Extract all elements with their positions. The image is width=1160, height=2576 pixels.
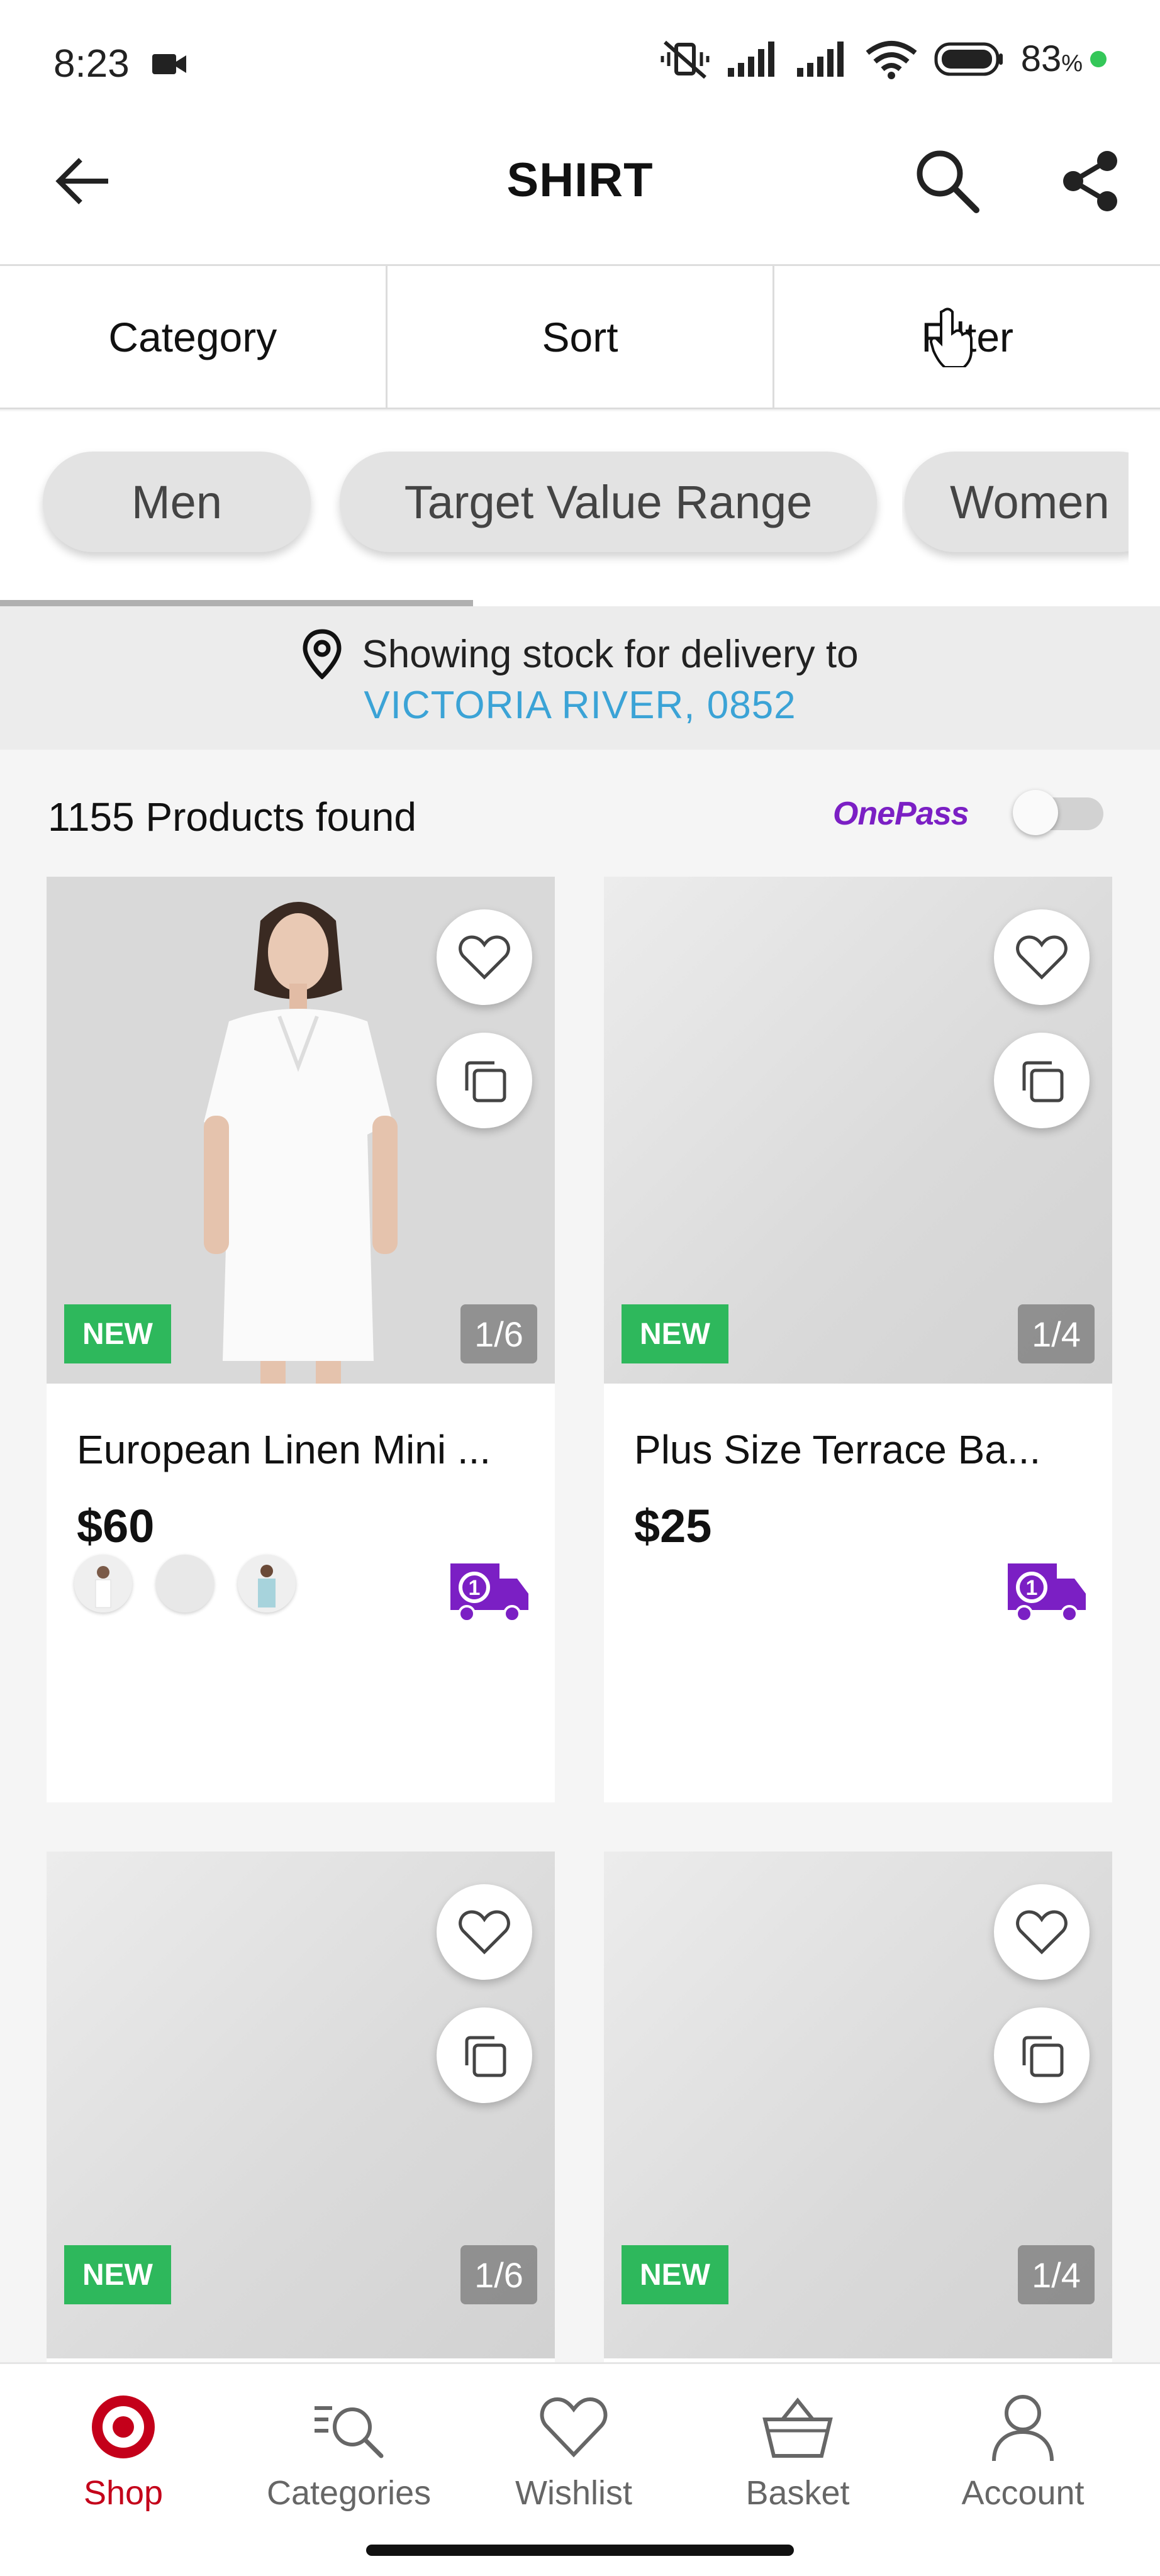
image-counter: 1/6 [460, 1304, 537, 1363]
product-card[interactable]: NEW 1/6 [47, 1852, 555, 2362]
status-bar: 8:23 83% [0, 0, 1160, 129]
nav-categories-label: Categories [267, 2474, 432, 2512]
heart-icon [540, 2397, 608, 2458]
svg-text:1: 1 [469, 1576, 481, 1600]
product-card[interactable]: NEW 1/4 Plus Size Terrace Ba... $25 1 [604, 877, 1112, 1802]
categories-search-icon [315, 2406, 384, 2458]
image-counter: 1/6 [460, 2245, 537, 2304]
privacy-indicator-dot [1090, 50, 1107, 67]
copy-icon [1022, 1061, 1064, 1102]
compare-button[interactable] [994, 2007, 1090, 2103]
signal-icon [727, 41, 774, 77]
page-title: SHIRT [506, 153, 654, 207]
target-logo-icon [92, 2396, 155, 2458]
toggle-knob [1013, 790, 1058, 835]
wishlist-button[interactable] [437, 1884, 532, 1980]
product-price: $25 [634, 1500, 712, 1552]
chip-scroll-track [0, 600, 1160, 606]
bottom-navigation: Shop Categories Wishlist Basket Account [0, 2362, 1160, 2576]
color-swatch[interactable] [156, 1555, 214, 1613]
location-pin-icon [303, 629, 342, 679]
basket-icon [762, 2397, 833, 2458]
chip-women[interactable]: Women [905, 452, 1129, 552]
nav-account-label: Account [961, 2474, 1085, 2512]
chip-clip: Women [902, 436, 1129, 569]
nav-account[interactable]: Account [941, 2392, 1105, 2512]
product-card[interactable]: NEW 1/6 European Linen Mini ... $60 1 [47, 877, 555, 1802]
compare-button[interactable] [437, 2007, 532, 2103]
delivery-line: Showing stock for delivery to [0, 629, 1160, 679]
product-price: $60 [77, 1500, 155, 1552]
image-counter: 1/4 [1018, 2245, 1095, 2304]
filter-tabs: Category Sort Filter [0, 266, 1160, 409]
products-found-count: 1155 Products found [48, 794, 416, 840]
new-badge: NEW [622, 1304, 728, 1363]
product-name[interactable]: Plus Size Terrace Ba... [634, 1426, 1040, 1473]
wishlist-button[interactable] [994, 1884, 1090, 1980]
onepass-toggle[interactable] [1013, 790, 1103, 835]
compare-button[interactable] [994, 1033, 1090, 1128]
product-name[interactable]: European Linen Mini ... [77, 1426, 491, 1473]
copy-icon [1022, 2036, 1064, 2077]
search-icon[interactable] [912, 146, 981, 215]
chip-target-value-range[interactable]: Target Value Range [340, 452, 877, 552]
nav-wishlist[interactable]: Wishlist [492, 2392, 655, 2512]
quick-filter-chips: Men Target Value Range Women [0, 411, 1160, 606]
home-indicator[interactable] [366, 2545, 794, 2556]
vibrate-off-icon [661, 40, 710, 79]
status-right: 83% [660, 38, 1107, 80]
color-swatch[interactable] [74, 1555, 132, 1613]
signal-icon-2 [796, 41, 844, 77]
video-camera-icon [152, 54, 186, 74]
nav-shop[interactable]: Shop [42, 2392, 205, 2512]
copy-icon [465, 2036, 506, 2077]
new-badge: NEW [64, 1304, 171, 1363]
delivery-text: Showing stock for delivery to [362, 632, 859, 676]
hand-cursor-icon [930, 308, 973, 367]
wishlist-button[interactable] [437, 909, 532, 1005]
nav-shop-label: Shop [83, 2474, 164, 2512]
color-swatch[interactable] [238, 1555, 296, 1613]
tab-sort[interactable]: Sort [388, 266, 775, 408]
nav-categories[interactable]: Categories [267, 2392, 432, 2512]
chip-men[interactable]: Men [43, 452, 311, 552]
battery-percent: 83% [1020, 38, 1083, 79]
nav-wishlist-label: Wishlist [515, 2474, 632, 2512]
person-icon [992, 2395, 1054, 2462]
heart-icon [459, 935, 510, 980]
heart-icon [1016, 1910, 1068, 1955]
heart-icon [459, 1910, 510, 1955]
tab-category[interactable]: Category [0, 266, 388, 408]
compare-button[interactable] [437, 1033, 532, 1128]
nav-basket-label: Basket [745, 2474, 850, 2512]
share-icon[interactable] [1057, 148, 1122, 214]
onepass-logo: OnePass [833, 796, 969, 832]
delivery-location[interactable]: VICTORIA RIVER, 0852 [0, 683, 1160, 728]
new-badge: NEW [64, 2245, 171, 2304]
onepass-delivery-icon: 1 [1008, 1563, 1086, 1623]
delivery-banner[interactable]: Showing stock for delivery to VICTORIA R… [0, 606, 1160, 750]
new-badge: NEW [622, 2245, 728, 2304]
image-counter: 1/4 [1018, 1304, 1095, 1363]
product-card[interactable]: NEW 1/4 [604, 1852, 1112, 2362]
heart-icon [1016, 935, 1068, 980]
copy-icon [465, 1061, 506, 1102]
onepass-delivery-icon: 1 [450, 1563, 528, 1623]
status-time: 8:23 [53, 42, 130, 86]
wifi-icon [866, 40, 917, 79]
nav-basket[interactable]: Basket [716, 2392, 879, 2512]
chip-scroll-indicator [0, 600, 473, 606]
battery-icon [934, 42, 1003, 75]
wishlist-button[interactable] [994, 909, 1090, 1005]
svg-text:1: 1 [1026, 1576, 1038, 1600]
